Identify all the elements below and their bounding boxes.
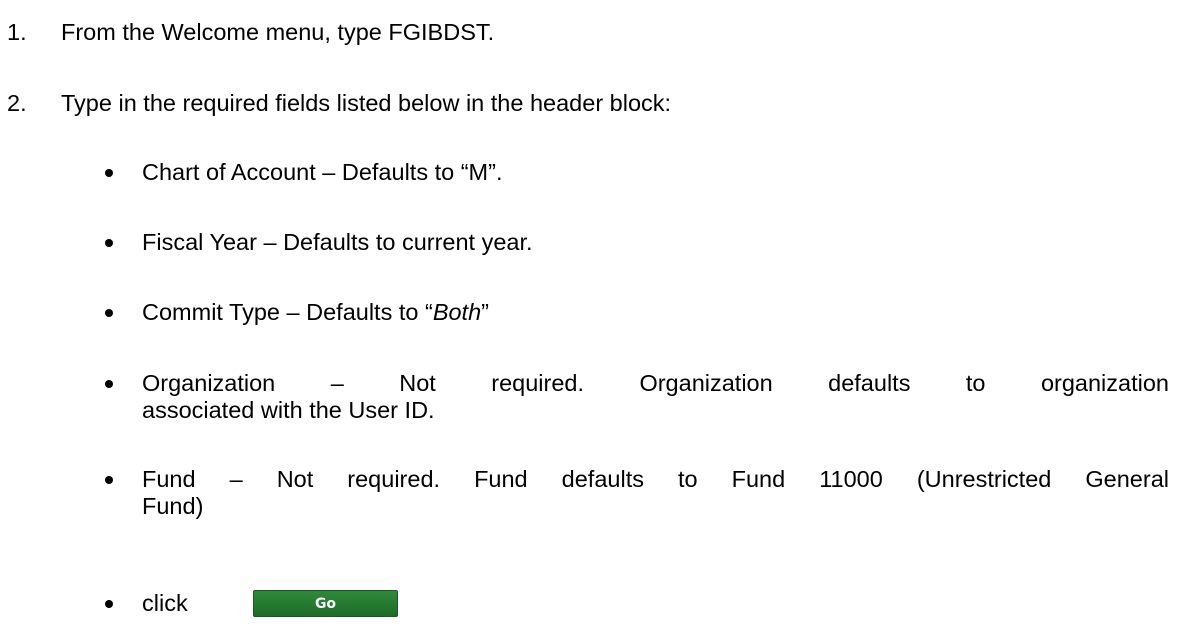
step-1-number: 1. (7, 19, 27, 45)
commit-value: Both (432, 299, 482, 325)
bullet-text: Chart of Account – Defaults to “M”. (142, 159, 503, 185)
bullet-dot-icon (105, 476, 113, 484)
bullet-dot-icon (105, 600, 113, 608)
commit-prefix: Commit Type – Defaults to “ (142, 299, 433, 325)
bullet-dot-icon (105, 309, 113, 317)
step-2-number: 2. (7, 90, 27, 116)
commit-suffix: ” (481, 299, 489, 325)
step-2-text: Type in the required fields listed below… (61, 90, 672, 116)
bullet-text-line-2: associated with the User ID. (142, 397, 435, 423)
bullet-text: Fiscal Year – Defaults to current year. (142, 229, 533, 255)
go-button[interactable]: Go (253, 590, 398, 617)
bullet-text-line-1: Organization – Not required. Organizatio… (142, 370, 1169, 396)
bullet-text: Commit Type – Defaults to “Both” (142, 299, 489, 326)
bullet-text: click (142, 590, 188, 616)
bullet-dot-icon (105, 169, 113, 177)
bullet-text-line-1: Fund – Not required. Fund defaults to Fu… (142, 466, 1169, 492)
bullet-text-line-2: Fund) (142, 493, 204, 519)
bullet-dot-icon (105, 239, 113, 247)
instruction-document: 1. From the Welcome menu, type FGIBDST. … (0, 0, 1183, 640)
bullet-dot-icon (105, 380, 113, 388)
step-1-text: From the Welcome menu, type FGIBDST. (61, 19, 495, 45)
